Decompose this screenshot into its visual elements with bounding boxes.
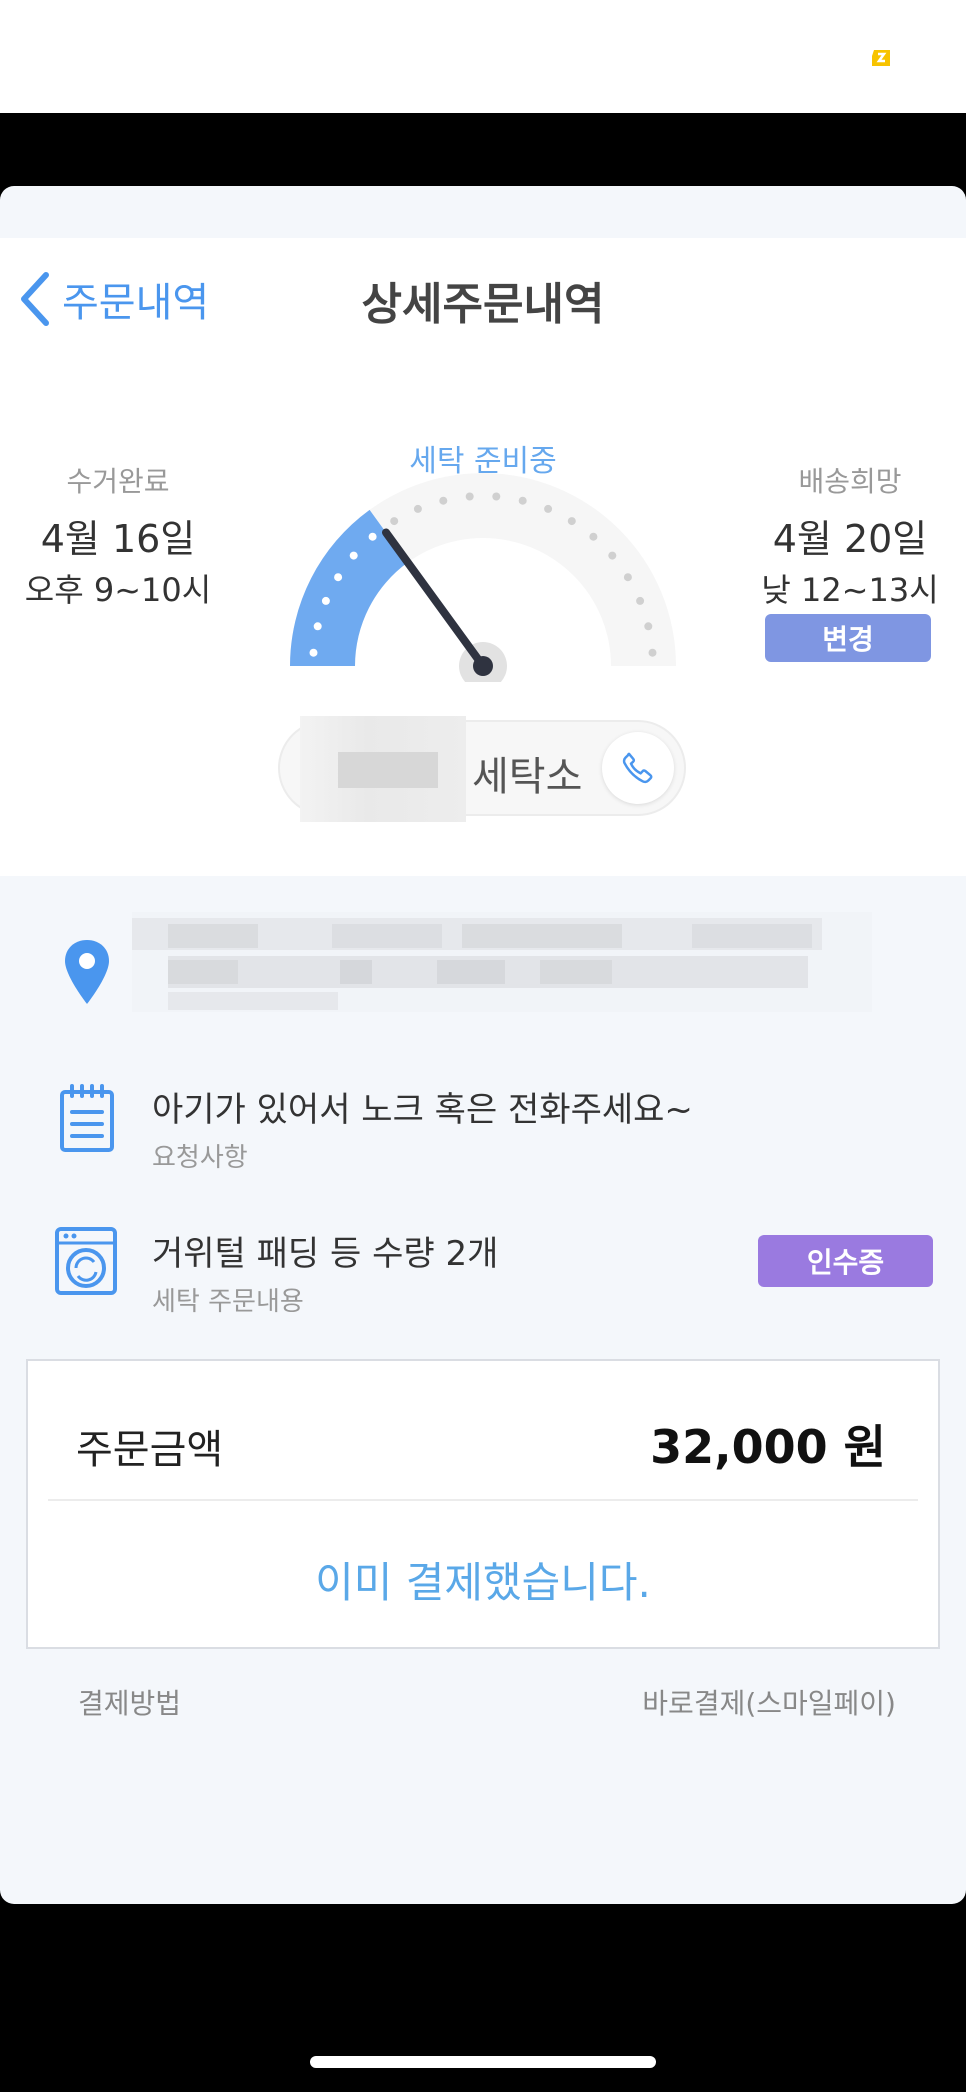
order-detail-sheet: 주문내역 상세주문내역 수거완료 4월 16일 오후 9~10시 세탁 준비중 … [0, 186, 966, 1904]
pickup-label: 수거완료 [66, 465, 170, 498]
request-label: 요청사항 [152, 1143, 248, 1173]
gauge-dot [644, 622, 653, 631]
amount-label: 주문금액 [76, 1427, 224, 1473]
delivery-date: 4월 20일 [772, 517, 928, 561]
pickup-date: 4월 16일 [40, 517, 196, 561]
gauge-dot [368, 532, 377, 541]
pickup-time: 오후 9~10시 [24, 571, 212, 609]
gauge-dot [608, 551, 617, 560]
notepad-icon [60, 1084, 114, 1152]
gauge-dot [313, 622, 322, 631]
gauge-dot [413, 504, 422, 513]
payment-method-value: 바로결제(스마일페이) [642, 1687, 896, 1720]
payment-divider [48, 1499, 918, 1501]
gauge-dot [439, 496, 448, 505]
gauge-dot [465, 492, 474, 501]
payment-box: 주문금액 32,000 원 이미 결제했습니다. [26, 1359, 940, 1649]
request-row: 아기가 있어서 노크 혹은 전화주세요~ 요청사항 [152, 1082, 693, 1174]
gauge-dot [567, 517, 576, 526]
battery-icon [872, 50, 890, 66]
gauge-dot [349, 551, 358, 560]
delivery-time: 낮 12~13시 [761, 571, 939, 609]
gauge-dot [492, 492, 501, 501]
change-delivery-button[interactable]: 변경 [765, 614, 931, 662]
gauge-dot [321, 596, 330, 605]
paid-message: 이미 결제했습니다. [315, 1558, 651, 1607]
delivery-label: 배송희망 [798, 465, 902, 498]
gauge-dot [623, 573, 632, 582]
phone-icon [622, 752, 653, 784]
shop-name: 세탁소 [472, 754, 583, 800]
gauge-dot [648, 648, 657, 657]
gauge-dot [544, 504, 553, 513]
pickup-info: 수거완료 4월 16일 오후 9~10시 [20, 460, 216, 611]
location-pin-icon [65, 940, 109, 1004]
washing-machine-icon [55, 1227, 117, 1295]
order-row: 거위털 패딩 등 수량 2개 세탁 주문내용 [152, 1226, 498, 1318]
gauge-needle [382, 528, 487, 670]
shop-name-redacted-inner [338, 752, 438, 788]
gauge-dot [390, 517, 399, 526]
payment-method-label: 결제방법 [78, 1687, 182, 1720]
gauge-dot [589, 532, 598, 541]
status-bar [0, 0, 966, 113]
amount-value: 32,000 원 [650, 1420, 886, 1474]
gauge-dot [518, 496, 527, 505]
address-redacted [132, 912, 872, 1012]
order-summary: 거위털 패딩 등 수량 2개 [152, 1234, 499, 1274]
delivery-info: 배송희망 4월 20일 낮 12~13시 [752, 460, 948, 611]
request-text: 아기가 있어서 노크 혹은 전화주세요~ [152, 1090, 693, 1130]
gauge-dot [334, 573, 343, 582]
progress-gauge [290, 473, 676, 682]
gauge-dot [309, 648, 318, 657]
home-indicator [310, 2056, 656, 2068]
receipt-button[interactable]: 인수증 [758, 1235, 933, 1287]
gauge-dot [636, 596, 645, 605]
needle-hub [473, 656, 493, 676]
page-title: 상세주문내역 [361, 279, 605, 330]
order-label: 세탁 주문내용 [152, 1287, 304, 1317]
call-shop-button[interactable] [602, 732, 674, 804]
